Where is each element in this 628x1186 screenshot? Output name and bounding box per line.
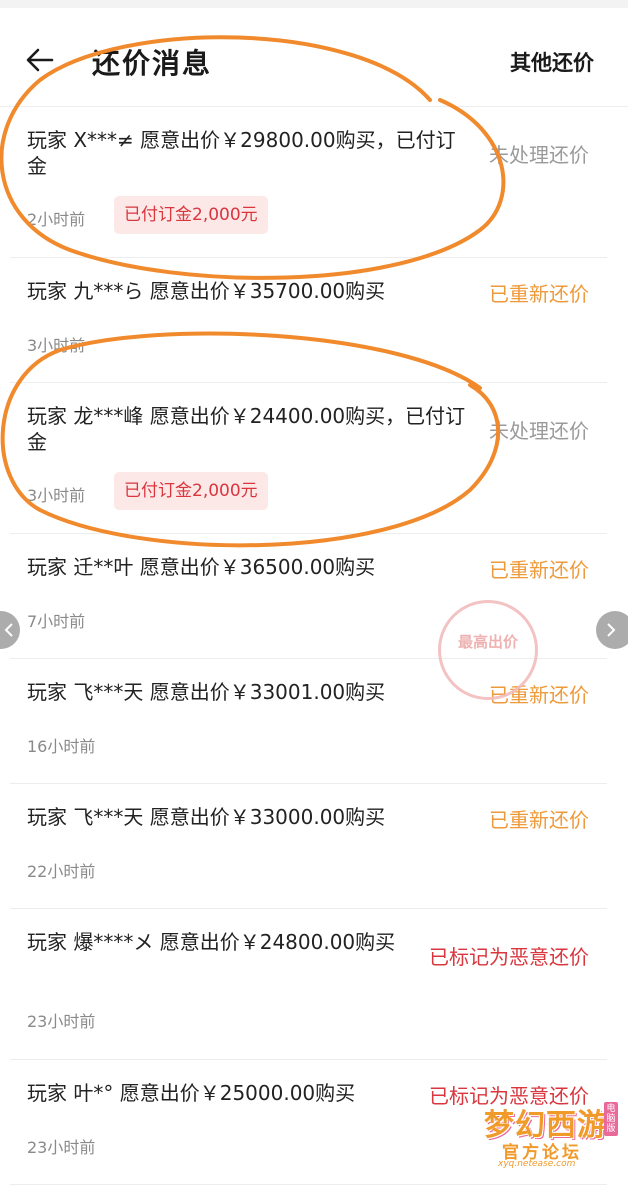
app-header: 还价消息 其他还价: [0, 8, 628, 107]
offer-row[interactable]: 玩家 X***≠ 愿意出价￥29800.00购买，已付订金 2小时前 已付订金2,0…: [10, 107, 607, 258]
offer-time: 16小时前: [27, 737, 96, 756]
offer-status-action[interactable]: 未处理还价: [489, 415, 589, 444]
offer-status-action[interactable]: 未处理还价: [489, 139, 589, 168]
offer-row[interactable]: 玩家 九***ら 愿意出价￥35700.00购买 3小时前 已重新还价: [10, 258, 607, 383]
offer-status-action[interactable]: 已重新还价: [489, 554, 589, 583]
watermark-url: xyq.netease.com: [498, 1159, 576, 1169]
deposit-badge: 已付订金2,000元: [114, 196, 268, 234]
watermark-tag: 电脑版: [604, 1102, 618, 1136]
forum-watermark-logo: 梦幻西游 电脑版 官方论坛 xyq.netease.com: [484, 1098, 618, 1172]
chevron-left-icon: [4, 623, 13, 637]
offer-time: 3小时前: [27, 336, 86, 355]
back-button[interactable]: [18, 38, 62, 82]
offer-row[interactable]: 玩家 爆****メ 愿意出价￥24800.00购买 23小时前 已标记为恶意还价: [10, 909, 607, 1060]
offer-status-action[interactable]: 已重新还价: [489, 804, 589, 833]
offer-text: 玩家 九***ら 愿意出价￥35700.00购买: [27, 279, 386, 303]
next-arrow-button[interactable]: [596, 611, 628, 649]
offer-text: 玩家 叶*° 愿意出价￥25000.00购买: [27, 1081, 356, 1105]
page-title: 还价消息: [92, 47, 213, 80]
offer-text: 玩家 飞***天 愿意出价￥33000.00购买: [27, 805, 386, 829]
offer-text: 玩家 龙***峰 愿意出价￥24400.00购买，已付订金: [27, 404, 466, 454]
offer-row[interactable]: 玩家 龙***峰 愿意出价￥24400.00购买，已付订金 3小时前 已付订金2,0…: [10, 383, 607, 534]
offer-status-action[interactable]: 已标记为恶意还价: [429, 941, 589, 970]
offer-status-action[interactable]: 已重新还价: [489, 278, 589, 307]
other-offers-button[interactable]: 其他还价: [510, 47, 594, 77]
offer-text: 玩家 飞***天 愿意出价￥33001.00购买: [27, 680, 386, 704]
highest-bid-stamp: 最高出价: [438, 600, 538, 700]
offer-time: 23小时前: [27, 1012, 96, 1031]
offer-time: 23小时前: [27, 1138, 96, 1157]
offer-time: 22小时前: [27, 862, 96, 881]
offer-time: 7小时前: [27, 612, 86, 631]
chevron-right-icon: [607, 623, 616, 637]
status-bar: [0, 0, 628, 8]
arrow-left-icon: [26, 48, 54, 72]
offer-text: 玩家 迁**叶 愿意出价￥36500.00购买: [27, 555, 376, 579]
highest-bid-stamp-label: 最高出价: [457, 633, 518, 651]
offer-time: 2小时前: [27, 210, 86, 229]
offer-text: 玩家 X***≠ 愿意出价￥29800.00购买，已付订金: [27, 128, 456, 178]
offer-text: 玩家 爆****メ 愿意出价￥24800.00购买: [27, 930, 396, 954]
offer-row[interactable]: 玩家 飞***天 愿意出价￥33000.00购买 22小时前 已重新还价: [10, 784, 607, 909]
offer-time: 3小时前: [27, 486, 86, 505]
deposit-badge: 已付订金2,000元: [114, 472, 268, 510]
